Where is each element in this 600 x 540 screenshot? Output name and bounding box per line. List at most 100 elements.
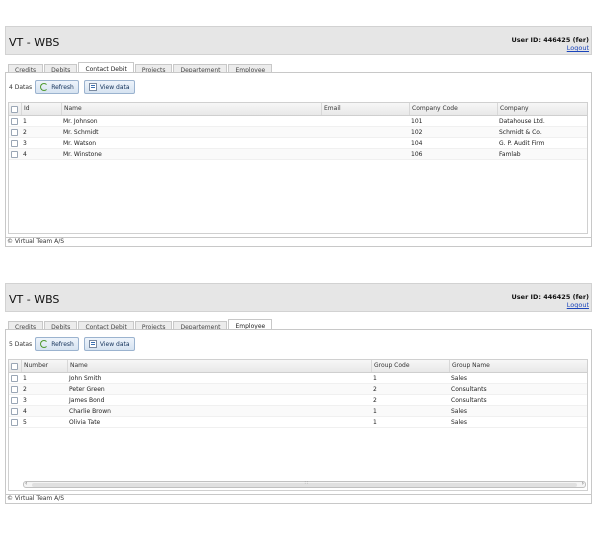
horizontal-scrollbar[interactable]: ‹ ∷ › [23, 480, 586, 488]
cell-id: 1 [23, 118, 27, 125]
table-row[interactable]: 1 Mr. Johnson 101 Datahouse Ltd. [9, 116, 587, 127]
column-header-name[interactable]: Name [67, 360, 371, 372]
cell-group-code: 1 [373, 375, 377, 382]
cell-group-code: 2 [373, 386, 377, 393]
cell-name: Mr. Johnson [63, 118, 98, 125]
row-checkbox[interactable] [11, 386, 18, 393]
scroll-left-icon[interactable]: ‹ [25, 480, 27, 487]
table-row[interactable]: 2 Peter Green 2 Consultants [9, 384, 587, 395]
tab-bar: Credits Debits Contact Debit Projects Depart… [5, 315, 592, 334]
table-row[interactable]: 5 Olivia Tate 1 Sales [9, 417, 587, 428]
column-header-company-code[interactable]: Company Code [409, 103, 497, 115]
app-title: VT - WBS [9, 36, 60, 49]
row-checkbox[interactable] [11, 375, 18, 382]
cell-id: 2 [23, 129, 27, 136]
view-data-button[interactable]: View data [83, 337, 135, 351]
cell-company-code: 106 [411, 151, 423, 158]
app-title: VT - WBS [9, 293, 60, 306]
data-grid: Number Name Group Code Group Name 1 John… [8, 359, 588, 491]
cell-group-name: Sales [451, 419, 467, 426]
cell-name: Mr. Winstone [63, 151, 102, 158]
logout-link[interactable]: Logout [512, 44, 589, 52]
row-checkbox[interactable] [11, 118, 18, 125]
app-header: VT - WBS User ID: 446425 (fer) Logout [5, 26, 592, 55]
table-row[interactable]: 3 Mr. Watson 104 G. P. Audit Firm [9, 138, 587, 149]
view-data-label: View data [99, 340, 130, 348]
user-box: User ID: 446425 (fer) Logout [512, 36, 589, 52]
toolbar: 5 Datas Refresh View data [9, 337, 140, 351]
view-data-label: View data [99, 83, 130, 91]
refresh-button[interactable]: Refresh [35, 337, 79, 351]
cell-group-code: 2 [373, 397, 377, 404]
cell-name: Mr. Schmidt [63, 129, 99, 136]
data-grid: Id Name Email Company Code Company 1 Mr.… [8, 102, 588, 234]
refresh-icon [40, 340, 49, 348]
record-count: 4 Datas [9, 83, 33, 91]
contact-debit-panel: VT - WBS User ID: 446425 (fer) Logout Cr… [5, 26, 592, 247]
cell-company: Famlab [499, 151, 521, 158]
cell-group-code: 1 [373, 408, 377, 415]
user-id: User ID: 446425 (fer) [511, 36, 589, 44]
cell-number: 3 [23, 397, 27, 404]
table-row[interactable]: 4 Mr. Winstone 106 Famlab [9, 149, 587, 160]
select-all-checkbox[interactable] [11, 363, 18, 370]
user-box: User ID: 446425 (fer) Logout [512, 293, 589, 309]
refresh-button[interactable]: Refresh [35, 80, 79, 94]
cell-number: 2 [23, 386, 27, 393]
grid-body: 1 Mr. Johnson 101 Datahouse Ltd. 2 Mr. S… [9, 116, 587, 160]
cell-id: 4 [23, 151, 27, 158]
refresh-icon [40, 83, 49, 91]
employee-panel: VT - WBS User ID: 446425 (fer) Logout Cr… [5, 283, 592, 504]
table-row[interactable]: 4 Charlie Brown 1 Sales [9, 406, 587, 417]
cell-name: Charlie Brown [69, 408, 111, 415]
footer-copyright: © Virtual Team A/S [5, 238, 592, 247]
cell-name: John Smith [69, 375, 102, 382]
cell-name: Peter Green [69, 386, 105, 393]
column-header-group-name[interactable]: Group Name [449, 360, 587, 372]
cell-group-name: Sales [451, 375, 467, 382]
row-checkbox[interactable] [11, 140, 18, 147]
view-data-button[interactable]: View data [83, 80, 135, 94]
refresh-label: Refresh [51, 83, 74, 91]
table-row[interactable]: 2 Mr. Schmidt 102 Schmidt & Co. [9, 127, 587, 138]
refresh-label: Refresh [51, 340, 74, 348]
row-checkbox[interactable] [11, 151, 18, 158]
cell-company: Schmidt & Co. [499, 129, 542, 136]
grid-header: Number Name Group Code Group Name [9, 360, 587, 373]
table-row[interactable]: 3 James Bond 2 Consultants [9, 395, 587, 406]
column-header-company[interactable]: Company [497, 103, 587, 115]
tab-content: 4 Datas Refresh View data Id Name Email … [5, 72, 592, 238]
cell-group-name: Sales [451, 408, 467, 415]
column-header-name[interactable]: Name [61, 103, 321, 115]
user-id: User ID: 446425 (fer) [511, 293, 589, 301]
cell-id: 3 [23, 140, 27, 147]
cell-group-name: Consultants [451, 386, 487, 393]
cell-group-name: Consultants [451, 397, 487, 404]
cell-name: Mr. Watson [63, 140, 97, 147]
cell-number: 4 [23, 408, 27, 415]
column-header-email[interactable]: Email [321, 103, 409, 115]
grid-header: Id Name Email Company Code Company [9, 103, 587, 116]
cell-number: 1 [23, 375, 27, 382]
cell-number: 5 [23, 419, 27, 426]
app-header: VT - WBS User ID: 446425 (fer) Logout [5, 283, 592, 312]
logout-link[interactable]: Logout [512, 301, 589, 309]
cell-company: Datahouse Ltd. [499, 118, 545, 125]
view-data-icon [88, 83, 97, 91]
row-checkbox[interactable] [11, 408, 18, 415]
row-checkbox[interactable] [11, 397, 18, 404]
column-header-group-code[interactable]: Group Code [371, 360, 449, 372]
table-row[interactable]: 1 John Smith 1 Sales [9, 373, 587, 384]
scroll-right-icon[interactable]: › [582, 480, 584, 487]
cell-company-code: 101 [411, 118, 423, 125]
grid-body: 1 John Smith 1 Sales 2 Peter Green 2 Con… [9, 373, 587, 428]
cell-name: Olivia Tate [69, 419, 101, 426]
column-header-id[interactable]: Id [21, 103, 61, 115]
view-data-icon [88, 340, 97, 348]
cell-company-code: 104 [411, 140, 423, 147]
column-header-number[interactable]: Number [21, 360, 67, 372]
row-checkbox[interactable] [11, 129, 18, 136]
scroll-grip-icon: ∷ [304, 480, 308, 486]
row-checkbox[interactable] [11, 419, 18, 426]
select-all-checkbox[interactable] [11, 106, 18, 113]
